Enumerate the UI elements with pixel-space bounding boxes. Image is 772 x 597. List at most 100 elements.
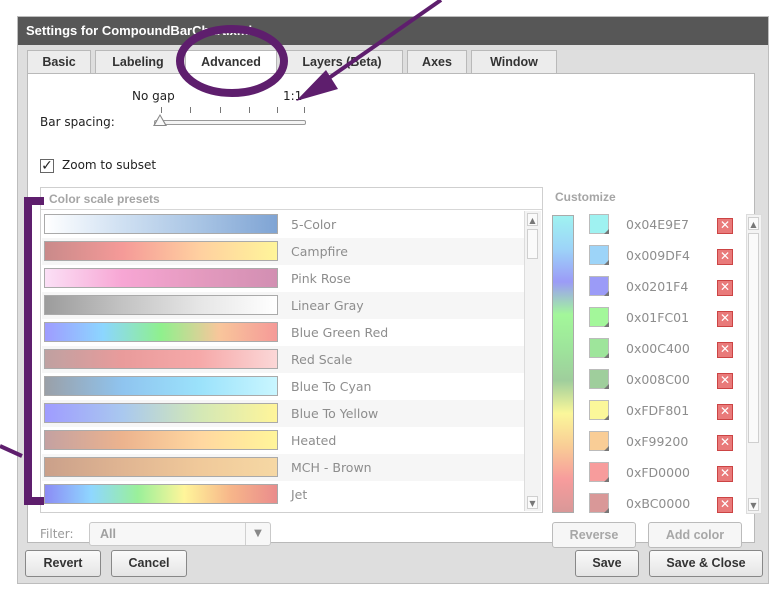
bar-spacing-slider-thumb[interactable] [153, 114, 167, 126]
add-color-button[interactable]: Add color [648, 522, 742, 548]
preset-name: Heated [291, 433, 337, 448]
remove-color-icon[interactable]: ✕ [717, 311, 733, 327]
remove-color-icon[interactable]: ✕ [717, 280, 733, 296]
remove-color-icon[interactable]: ✕ [717, 466, 733, 482]
color-picker-swatch[interactable] [589, 400, 609, 420]
presets-header: Color scale presets [41, 188, 542, 210]
tab-layers[interactable]: Layers (Beta) [281, 50, 403, 73]
zoom-to-subset-label: Zoom to subset [62, 158, 157, 172]
color-hex-value: 0x009DF4 [626, 248, 690, 263]
remove-color-icon[interactable]: ✕ [717, 218, 733, 234]
preset-gradient-swatch [44, 403, 278, 423]
advanced-panel: Bar spacing: No gap 1:1 ✓ Zoom to subset… [27, 73, 762, 548]
color-row: 0xFD0000 ✕ [583, 458, 743, 489]
preset-name: Pink Rose [291, 271, 351, 286]
preset-row[interactable]: Campfire [42, 238, 525, 265]
scroll-up-arrow-icon[interactable]: ▲ [748, 217, 759, 230]
save-and-close-button[interactable]: Save & Close [649, 550, 763, 577]
remove-color-icon[interactable]: ✕ [717, 435, 733, 451]
color-hex-value: 0x04E9E7 [626, 217, 689, 232]
reverse-button[interactable]: Reverse [552, 522, 636, 548]
color-row: 0x00C400 ✕ [583, 334, 743, 365]
color-row: 0x009DF4 ✕ [583, 241, 743, 272]
color-picker-swatch[interactable] [589, 245, 609, 265]
remove-color-icon[interactable]: ✕ [717, 342, 733, 358]
revert-button[interactable]: Revert [25, 550, 101, 577]
color-scale-presets-list: Color scale presets 5-Color Campfire Pink … [40, 187, 543, 513]
slider-tick [304, 107, 305, 113]
color-hex-value: 0x0201F4 [626, 279, 689, 294]
scroll-down-arrow-icon[interactable]: ▼ [527, 496, 538, 509]
scroll-thumb[interactable] [748, 233, 759, 443]
preset-name: Red Scale [291, 352, 353, 367]
bar-spacing-max-label: 1:1 [283, 89, 303, 103]
preset-name: Blue Green Red [291, 325, 389, 340]
color-picker-swatch[interactable] [589, 307, 609, 327]
tab-labeling[interactable]: Labeling [95, 50, 181, 73]
color-picker-swatch[interactable] [589, 431, 609, 451]
preset-gradient-swatch [44, 349, 278, 369]
color-picker-swatch[interactable] [589, 493, 609, 513]
color-row: 0x01FC01 ✕ [583, 303, 743, 334]
filter-value: All [100, 527, 116, 541]
tab-window[interactable]: Window [471, 50, 557, 73]
save-button[interactable]: Save [575, 550, 639, 577]
preset-row[interactable]: 5-Color [42, 211, 525, 238]
preset-row[interactable]: Pink Rose [42, 265, 525, 292]
color-row: 0xF99200 ✕ [583, 427, 743, 458]
slider-tick [220, 107, 221, 113]
preset-gradient-swatch [44, 214, 278, 234]
preset-row[interactable]: Red Scale [42, 346, 525, 373]
custom-color-list: 0x04E9E7 ✕ 0x009DF4 ✕ 0x0201F4 ✕ 0x01FC01 ✕ 0x00… [583, 210, 771, 516]
color-row: 0xBC0000 ✕ [583, 489, 743, 520]
filter-label: Filter: [40, 527, 74, 541]
color-hex-value: 0xF99200 [626, 434, 689, 449]
remove-color-icon[interactable]: ✕ [717, 497, 733, 513]
remove-color-icon[interactable]: ✕ [717, 249, 733, 265]
remove-color-icon[interactable]: ✕ [717, 404, 733, 420]
bar-spacing-label: Bar spacing: [40, 115, 115, 129]
preset-gradient-swatch [44, 376, 278, 396]
cancel-button[interactable]: Cancel [111, 550, 187, 577]
preset-row[interactable]: MCH - Brown [42, 454, 525, 481]
settings-dialog: Settings for CompoundBarChart.xml Basic … [17, 16, 769, 584]
color-row: 0x008C00 ✕ [583, 365, 743, 396]
preset-gradient-swatch [44, 322, 278, 342]
scroll-thumb[interactable] [527, 229, 538, 259]
color-hex-value: 0x008C00 [626, 372, 690, 387]
dialog-title: Settings for CompoundBarChart.xml [18, 17, 768, 45]
color-picker-swatch[interactable] [589, 276, 609, 296]
preset-row[interactable]: Linear Gray [42, 292, 525, 319]
preset-gradient-swatch [44, 268, 278, 288]
presets-scrollbar[interactable]: ▲ ▼ [524, 211, 541, 511]
preset-row[interactable]: Blue To Yellow [42, 400, 525, 427]
preset-name: MCH - Brown [291, 460, 372, 475]
preset-gradient-swatch [44, 295, 278, 315]
preset-row[interactable]: Blue To Cyan [42, 373, 525, 400]
preset-gradient-swatch [44, 457, 278, 477]
customize-title: Customize [555, 190, 616, 204]
color-picker-swatch[interactable] [589, 338, 609, 358]
tab-advanced[interactable]: Advanced [185, 50, 277, 75]
color-picker-swatch[interactable] [589, 462, 609, 482]
scroll-down-arrow-icon[interactable]: ▼ [748, 498, 759, 511]
color-row: 0xFDF801 ✕ [583, 396, 743, 427]
tab-basic[interactable]: Basic [27, 50, 91, 73]
slider-tick [249, 107, 250, 113]
remove-color-icon[interactable]: ✕ [717, 373, 733, 389]
filter-select[interactable]: All ▼ [89, 522, 271, 546]
color-row: 0x04E9E7 ✕ [583, 210, 743, 241]
preset-row[interactable]: Blue Green Red [42, 319, 525, 346]
scroll-up-arrow-icon[interactable]: ▲ [527, 213, 538, 226]
preset-name: Linear Gray [291, 298, 364, 313]
preset-name: Campfire [291, 244, 348, 259]
color-picker-swatch[interactable] [589, 214, 609, 234]
preset-row[interactable]: Jet [42, 481, 525, 508]
tab-axes[interactable]: Axes [407, 50, 467, 73]
color-hex-value: 0xFDF801 [626, 403, 690, 418]
zoom-to-subset-checkbox[interactable]: ✓ [40, 159, 54, 173]
color-picker-swatch[interactable] [589, 369, 609, 389]
preset-row[interactable]: Heated [42, 427, 525, 454]
colors-scrollbar[interactable]: ▲ ▼ [746, 214, 762, 514]
bar-spacing-slider[interactable] [154, 120, 306, 125]
